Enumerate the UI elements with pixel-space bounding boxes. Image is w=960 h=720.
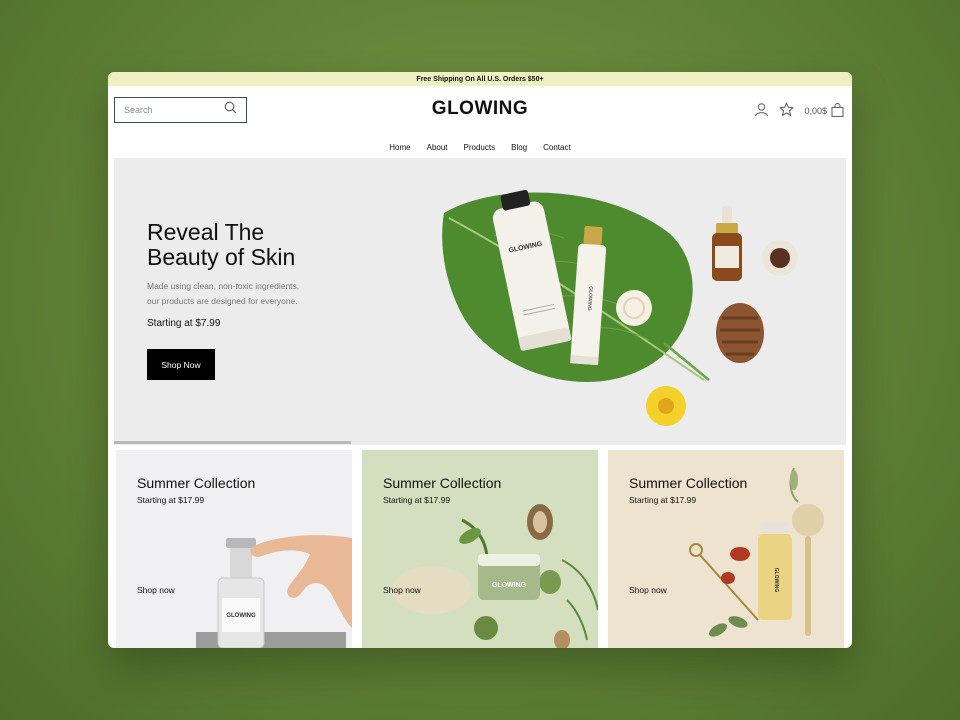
- hero-product-image: GLOWING GLOWING: [442, 189, 798, 426]
- user-icon[interactable]: [754, 102, 769, 119]
- cart-button[interactable]: 0,00$: [804, 102, 844, 119]
- card-1-shop-now-link[interactable]: Shop now: [137, 585, 175, 595]
- nav-about[interactable]: About: [427, 143, 448, 152]
- card-2-shop-now-link[interactable]: Shop now: [383, 585, 421, 595]
- collection-card-1[interactable]: GLOWING Summer Collection Starting at $1…: [116, 450, 352, 648]
- star-icon[interactable]: [779, 102, 795, 119]
- svg-text:GLOWING: GLOWING: [226, 613, 256, 619]
- announcement-bar: Free Shipping On All U.S. Orders $50+: [108, 72, 852, 86]
- collection-cards: GLOWING Summer Collection Starting at $1…: [114, 450, 846, 648]
- card-3-price: Starting at $17.99: [629, 495, 697, 505]
- hero-title: Reveal The Beauty of Skin: [147, 220, 347, 270]
- collection-card-2[interactable]: GLOWING Summer Collection Starting at $1…: [362, 450, 598, 648]
- hero-subtitle: Made using clean, non-toxic ingredients,…: [147, 279, 327, 309]
- card-3-title: Summer Collection: [629, 475, 748, 491]
- cart-total: 0,00$: [804, 105, 827, 116]
- site-logo[interactable]: GLOWING: [108, 98, 852, 120]
- card-1-price: Starting at $17.99: [137, 495, 205, 505]
- nav-home[interactable]: Home: [389, 143, 410, 152]
- nav-products[interactable]: Products: [464, 143, 496, 152]
- hero-subtitle-line-1: Made using clean, non-toxic ingredients,: [147, 281, 300, 291]
- shop-now-button[interactable]: Shop Now: [147, 349, 215, 380]
- svg-text:GLOWING: GLOWING: [773, 568, 779, 593]
- nav-contact[interactable]: Contact: [543, 143, 571, 152]
- card-1-title: Summer Collection: [137, 475, 256, 491]
- collection-card-3[interactable]: GLOWING Summer Collection Starting at $1…: [608, 450, 844, 648]
- card-2-title: Summer Collection: [383, 475, 502, 491]
- nav-blog[interactable]: Blog: [511, 143, 527, 152]
- card-2-price: Starting at $17.99: [383, 495, 451, 505]
- announcement-text: Free Shipping On All U.S. Orders $50+: [416, 75, 544, 83]
- hero-banner: Reveal The Beauty of Skin Made using cle…: [114, 158, 846, 445]
- hero-progress-bar: [114, 441, 351, 444]
- hero-price: Starting at $7.99: [147, 318, 221, 329]
- hero-text: Reveal The Beauty of Skin Made using cle…: [147, 220, 347, 380]
- main-nav: Home About Products Blog Contact: [108, 136, 852, 158]
- shopping-bag-icon: [831, 102, 844, 119]
- card-3-shop-now-link[interactable]: Shop now: [629, 585, 667, 595]
- svg-text:GLOWING: GLOWING: [492, 582, 527, 589]
- site-header: GLOWING 0,00$: [108, 86, 852, 136]
- hero-title-line-2: Beauty of Skin: [147, 244, 296, 270]
- header-actions: 0,00$: [754, 102, 844, 119]
- browser-window: Free Shipping On All U.S. Orders $50+ GL…: [108, 72, 852, 648]
- hero-subtitle-line-2: our products are designed for everyone.: [147, 296, 298, 306]
- hero-title-line-1: Reveal The: [147, 219, 265, 245]
